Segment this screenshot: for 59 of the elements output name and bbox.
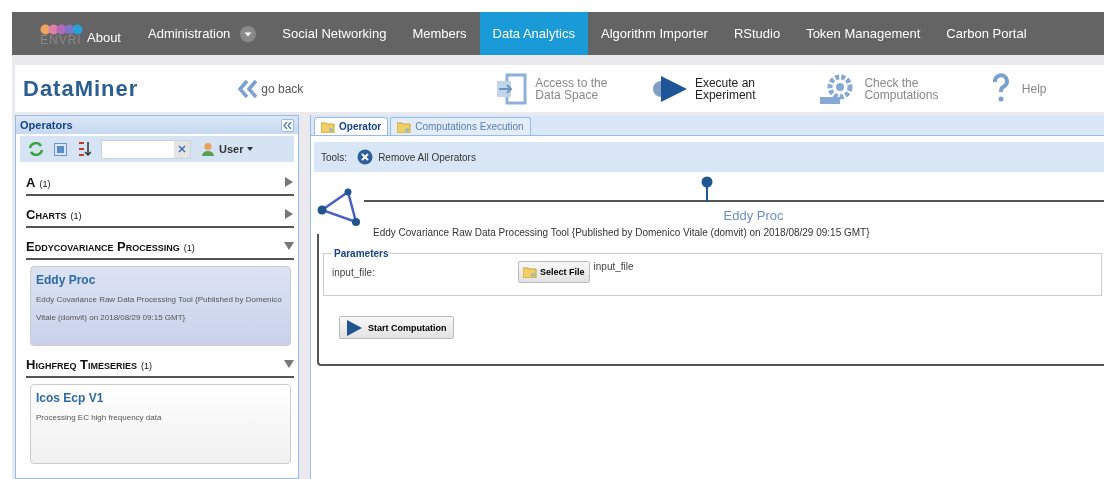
category-header[interactable]: Highfreq Timeseries (1) [26, 352, 294, 378]
circles-logo-icon [40, 24, 84, 35]
clear-icon[interactable] [178, 145, 186, 153]
nav-item[interactable]: Administration [135, 12, 270, 55]
user-icon [201, 142, 215, 156]
operator-name: Eddy Proc [36, 273, 97, 287]
close-icon [357, 149, 374, 165]
sort-icon[interactable] [77, 141, 91, 157]
dropdown-icon [240, 25, 257, 42]
nav-item[interactable]: Algorithm Importer [587, 12, 721, 55]
tab[interactable]: Computations Execution [390, 117, 531, 135]
tab[interactable]: Operator [314, 117, 389, 135]
category-header[interactable]: A (1) [26, 170, 294, 196]
right-triangle-icon [284, 177, 294, 187]
caret-icon [247, 147, 254, 151]
remove-all-button[interactable]: Remove All Operators [357, 149, 476, 165]
operator-card[interactable]: Eddy Proc Eddy Covariance Raw Data Processing Tool {Published by Domenico Vitale (domvit) on 2018/08/29 09:15 GMT} [30, 266, 291, 346]
folder-icon [523, 266, 537, 278]
select-file-button[interactable]: Select File [518, 261, 590, 283]
operator-description: Eddy Covariance Raw Data Processing Tool {Published by Domenico Vitale (domvit) on 2018/08/29 09:15 GMT} [36, 294, 283, 324]
collapse-button[interactable] [281, 118, 294, 132]
window-icon[interactable] [54, 142, 67, 156]
operator-description: Eddy Covariance Raw Data Processing Tool {Published by Domenico Vitale (domvit) on 2018/08/29 09:15 GMT} [373, 227, 871, 238]
nav-item[interactable]: Social Networking [269, 12, 400, 55]
right-triangle-icon [284, 209, 294, 219]
nav-item[interactable]: Token Management [793, 12, 934, 55]
nav-item[interactable]: RStudio [720, 12, 794, 55]
folder-icon [397, 120, 412, 133]
start-computation-button[interactable]: Start Computation [339, 316, 454, 339]
parameters-title: Parameters [333, 248, 390, 259]
refresh-icon[interactable] [28, 142, 44, 156]
category-header[interactable]: Charts (1) [26, 202, 294, 228]
down-triangle-icon [284, 359, 294, 369]
nav-item[interactable]: Data Analytics [479, 12, 588, 55]
operator-name: Icos Ecp V1 [36, 391, 105, 405]
toolbar-link[interactable]: Check the Computations [818, 72, 986, 105]
nav-item[interactable]: Members [399, 12, 480, 55]
nav-item[interactable]: Carbon Portal [933, 12, 1040, 55]
toolbar-link[interactable]: Help [985, 72, 1104, 105]
folder-icon [321, 120, 335, 133]
operator-description: Processing EC high frequency data [36, 412, 163, 424]
parameter-label: input_file: [332, 266, 376, 278]
down-triangle-icon [284, 241, 294, 251]
category-header[interactable]: Eddycovariance Processing (1) [26, 234, 294, 260]
panel-title: Operators [20, 119, 73, 131]
user-menu[interactable]: User [201, 142, 254, 156]
toolbar-link[interactable]: Execute an Experiment [650, 72, 819, 105]
search-field[interactable] [101, 139, 191, 159]
play-icon [346, 319, 362, 336]
connector-pin-icon [701, 176, 713, 202]
dataminer-logo: DataMiner [23, 75, 140, 102]
tools-label: Tools: [321, 151, 348, 163]
parameter-value: input_file [593, 261, 634, 272]
operator-card[interactable]: Icos Ecp V1 Processing EC high frequency data [30, 384, 291, 464]
double-chevron-icon [237, 78, 260, 99]
about-link[interactable]: About [87, 30, 121, 55]
toolbar-link[interactable]: Access to the Data Space [493, 72, 651, 105]
go-back-link[interactable]: go back [237, 78, 494, 99]
operator-title: Eddy Proc [722, 208, 785, 223]
